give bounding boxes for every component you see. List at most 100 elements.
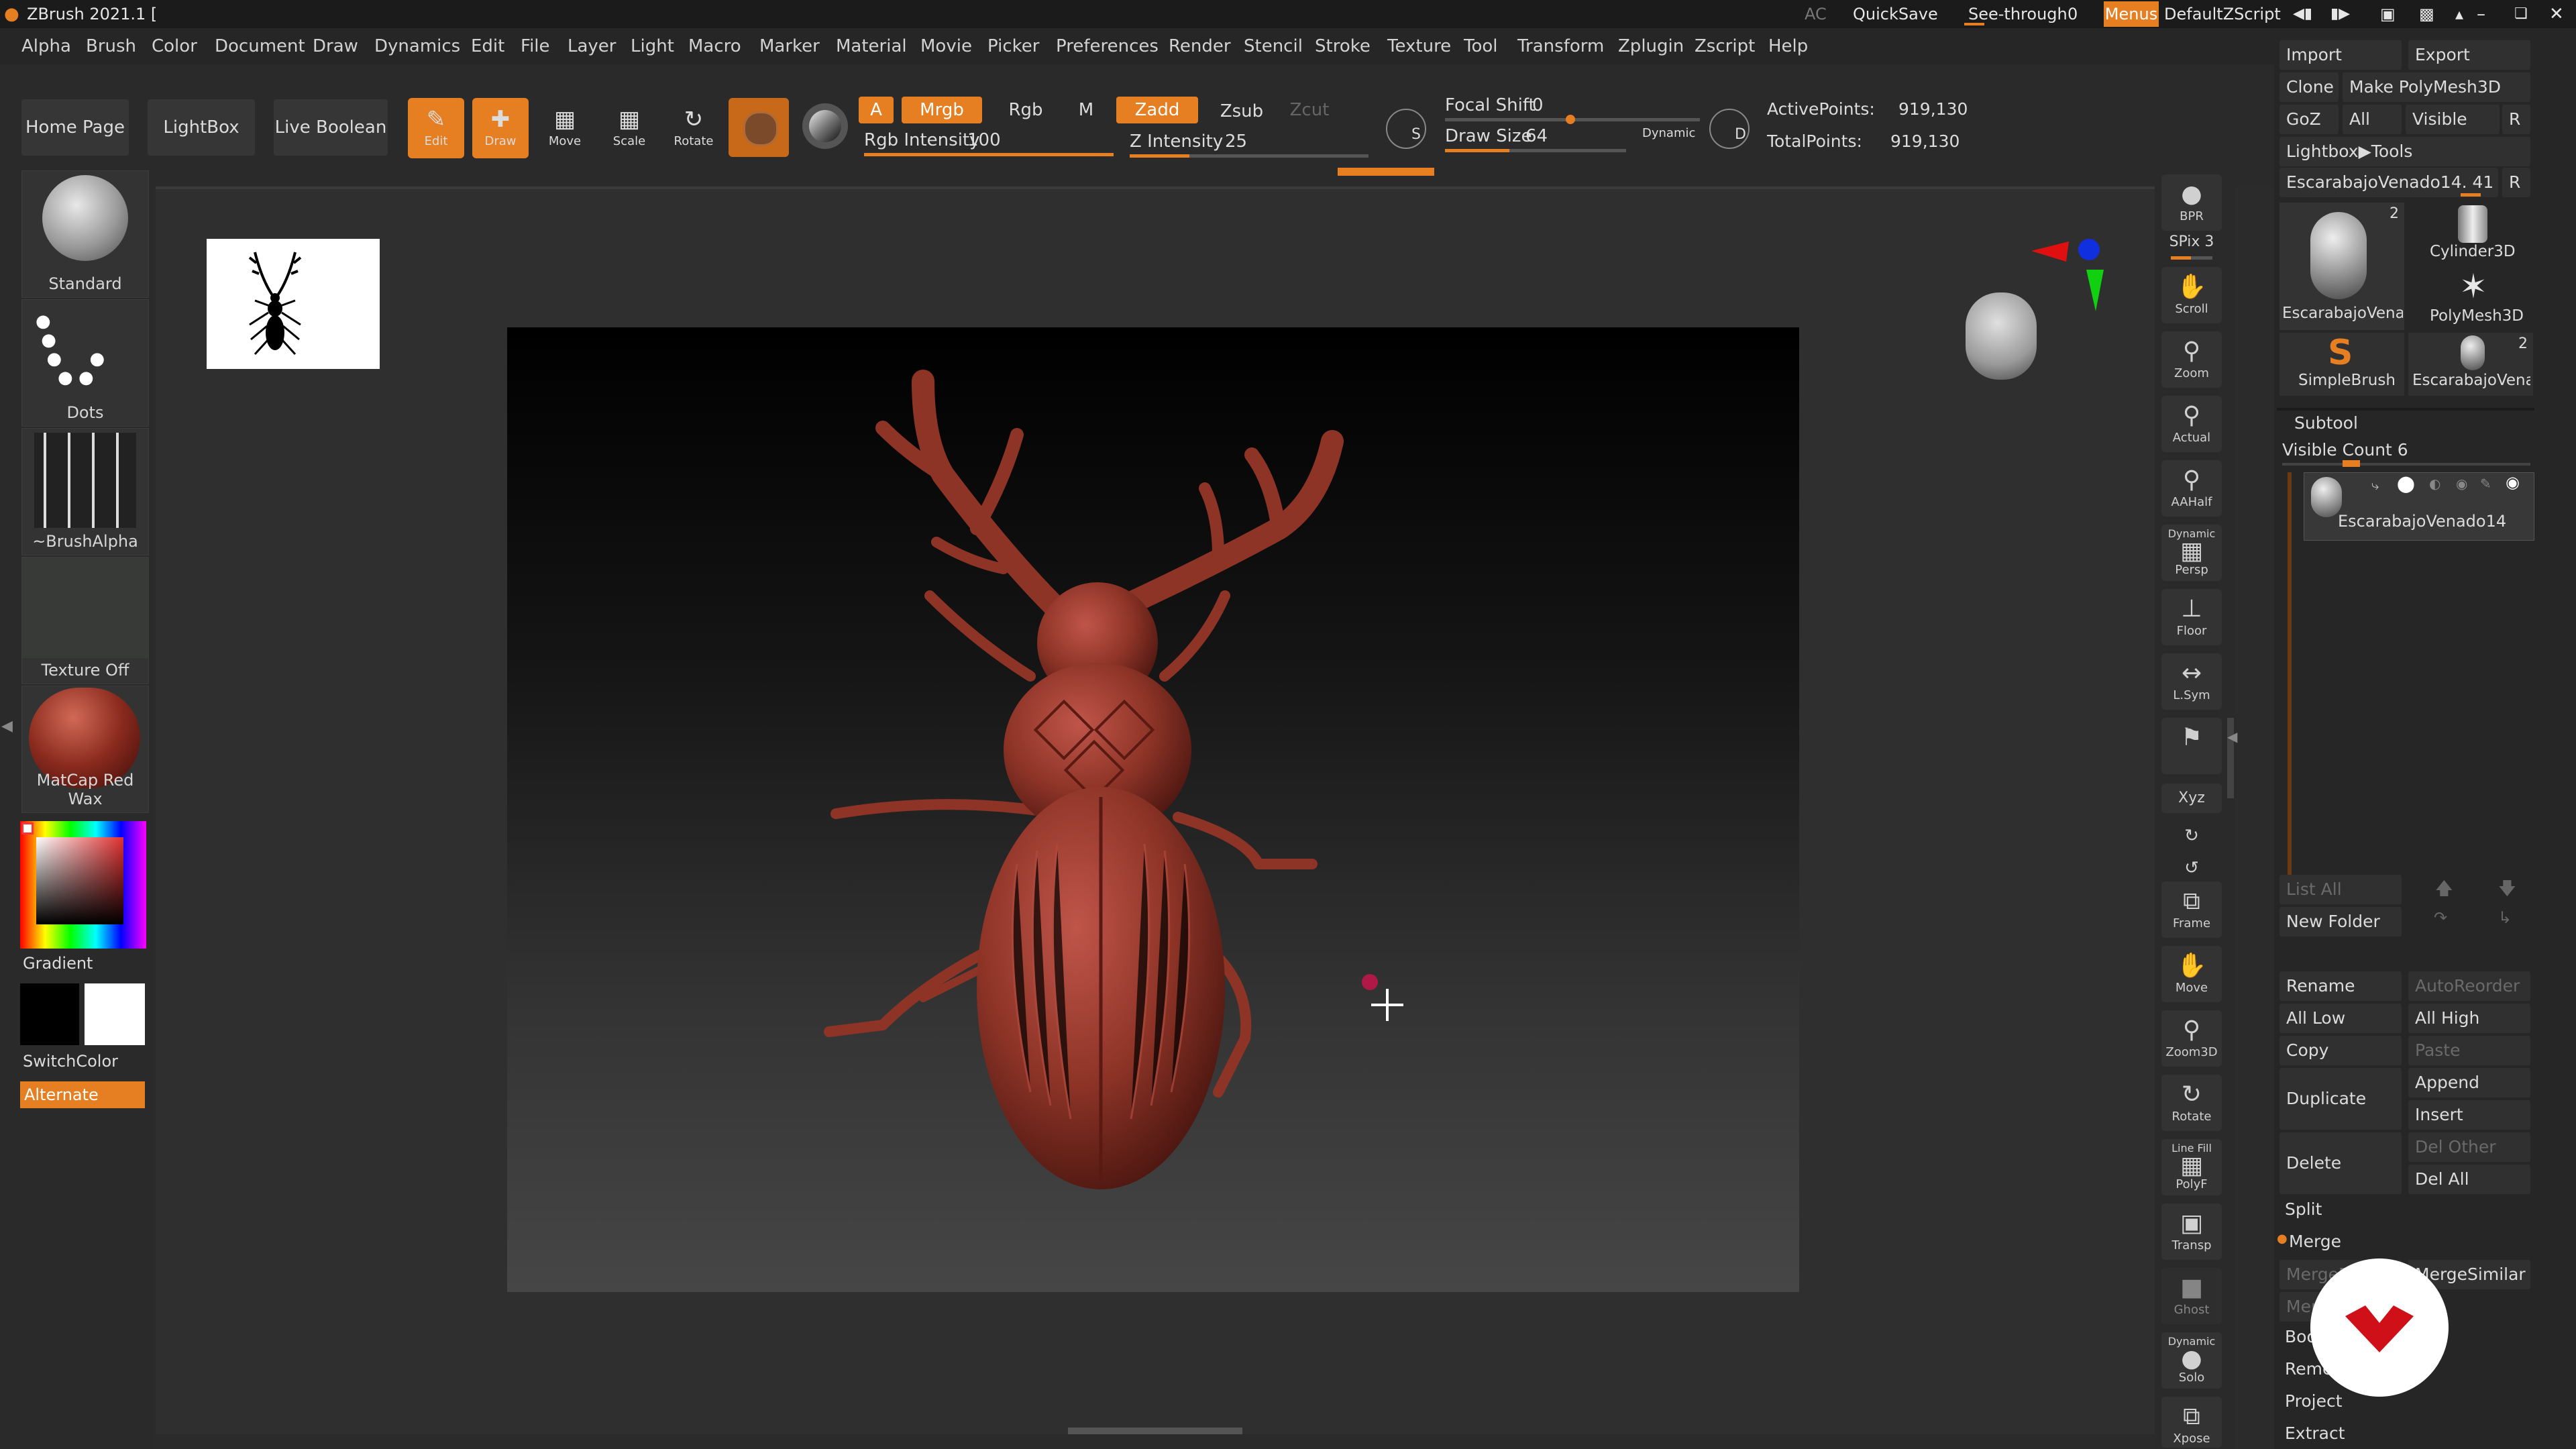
del-other-button[interactable]: Del Other (2408, 1132, 2530, 1162)
subtool-scrollbar[interactable] (2288, 472, 2292, 881)
new-folder-button[interactable]: New Folder (2279, 907, 2402, 936)
solo-button[interactable]: Dynamic ● Solo (2161, 1332, 2222, 1389)
tool-thumb-polymesh[interactable]: ✶ PolyMesh3D (2408, 267, 2533, 330)
edit-mode-button[interactable]: ✎ Edit (408, 98, 464, 158)
append-button[interactable]: Append (2408, 1068, 2530, 1097)
subtool-cache-icon[interactable]: ◉ (2456, 476, 2467, 492)
zoom3d-button[interactable]: ⚲ Zoom3D (2161, 1010, 2222, 1067)
layout-left-icon[interactable]: ◀▮ (2293, 0, 2312, 28)
insert-button[interactable]: Insert (2408, 1100, 2530, 1130)
menu-document[interactable]: Document (215, 28, 305, 64)
lightbox-button[interactable]: LightBox (148, 99, 255, 156)
layout-right-icon[interactable]: ▮▶ (2330, 0, 2350, 28)
delete-button[interactable]: Delete (2279, 1132, 2402, 1194)
menu-material[interactable]: Material (836, 28, 907, 64)
menu-help[interactable]: Help (1768, 28, 1808, 64)
clone-button[interactable]: Clone (2279, 72, 2339, 102)
lock-button[interactable]: ⚑ (2161, 718, 2222, 774)
menu-stroke[interactable]: Stroke (1315, 28, 1371, 64)
menu-dynamics[interactable]: Dynamics (374, 28, 460, 64)
rotate-view-button[interactable]: ↻ Rotate (2161, 1075, 2222, 1131)
ui-layout-icon[interactable]: ▣ (2380, 0, 2396, 28)
folder-up-icon[interactable]: ↷ (2434, 908, 2447, 927)
menu-render[interactable]: Render (1169, 28, 1231, 64)
menu-color[interactable]: Color (152, 28, 197, 64)
paste-button[interactable]: Paste (2408, 1036, 2530, 1065)
menu-preferences[interactable]: Preferences (1056, 28, 1159, 64)
folder-down-icon[interactable]: ↳ (2498, 908, 2512, 927)
current-tool-slider[interactable]: EscarabajoVenado14. 41 (2279, 168, 2498, 197)
menu-transform[interactable]: Transform (1517, 28, 1604, 64)
secondary-color-swatch[interactable] (85, 983, 145, 1045)
scale-mode-button[interactable]: ▦ Scale (601, 98, 657, 158)
extract-section[interactable]: Extract (2285, 1424, 2345, 1443)
import-button[interactable]: Import (2279, 40, 2402, 70)
copy-button[interactable]: Copy (2279, 1036, 2402, 1065)
color-picker-sphere[interactable] (802, 103, 848, 149)
stag-beetle-model[interactable] (507, 327, 1799, 1292)
tool-thumb-cylinder[interactable]: Cylinder3D (2408, 203, 2533, 266)
visible-count-slider[interactable]: Visible Count 6 (2282, 440, 2408, 460)
default-zscript-button[interactable]: DefaultZScript (2164, 0, 2281, 28)
floor-button[interactable]: ⊥ Floor (2161, 589, 2222, 645)
zadd-toggle[interactable]: Zadd (1116, 97, 1198, 123)
spix-slider[interactable]: SPix 3 (2161, 233, 2222, 260)
see-through-slider[interactable]: See-through 0 (1963, 0, 2084, 28)
subtool-toggle-icon[interactable]: ⬤ (2397, 474, 2415, 493)
autoreorder-button[interactable]: AutoReorder (2408, 971, 2530, 1001)
menu-edit[interactable]: Edit (471, 28, 504, 64)
rotate-mode-button[interactable]: ↻ Rotate (665, 98, 722, 158)
right-tray-arrow-icon[interactable]: ◀ (2227, 729, 2237, 745)
ac-label[interactable]: AC (1805, 0, 1827, 28)
all-low-button[interactable]: All Low (2279, 1004, 2402, 1033)
aahalf-button[interactable]: ⚲ AAHalf (2161, 460, 2222, 517)
lightbox-tools-button[interactable]: Lightbox▶Tools (2279, 137, 2530, 166)
make-polymesh-button[interactable]: Make PolyMesh3D (2343, 72, 2530, 102)
brush-selector[interactable]: Standard (21, 170, 149, 298)
menu-zscript[interactable]: Zscript (1695, 28, 1755, 64)
menu-file[interactable]: File (521, 28, 550, 64)
export-button[interactable]: Export (2408, 40, 2530, 70)
stroke-selector[interactable]: ● ● ● ● ● ● Dots (21, 299, 149, 427)
scroll-button[interactable]: ✋ Scroll (2161, 267, 2222, 323)
persp-button[interactable]: Dynamic ▦ Persp (2161, 525, 2222, 581)
list-all-button[interactable]: List All (2279, 875, 2402, 904)
zcut-toggle[interactable]: Zcut (1283, 97, 1336, 123)
goz-r-button[interactable]: R (2502, 105, 2530, 134)
subtool-visibility-eye-icon[interactable]: ◉ (2506, 473, 2520, 492)
xyz-rotate-button[interactable]: Xyz (2161, 784, 2222, 813)
left-tray-arrow-icon[interactable]: ◀ (1, 718, 13, 735)
subtool-item[interactable]: ⤷ ⬤ ◐ ◉ ✎ ◉ EscarabajoVenado14 (2304, 472, 2534, 541)
bpr-button[interactable]: ● BPR (2161, 174, 2222, 231)
menu-draw[interactable]: Draw (313, 28, 358, 64)
a-toggle[interactable]: A (859, 97, 894, 123)
move-down-arrow-icon[interactable]: 🡇 (2498, 876, 2516, 906)
y-rotate-button[interactable]: ↻ (2161, 816, 2222, 847)
tool-thumb-beetle-1[interactable]: 2 EscarabajoVenad (2279, 203, 2404, 330)
material-selector[interactable]: MatCap Red Wax (21, 686, 149, 813)
menu-tool[interactable]: Tool (1464, 28, 1498, 64)
switchcolor-button[interactable]: SwitchColor (23, 1052, 118, 1071)
z-rotate-button[interactable]: ↺ (2161, 848, 2222, 879)
gradient-label[interactable]: Gradient (23, 954, 93, 973)
subtool-dynamic-icon[interactable]: ◐ (2429, 476, 2440, 492)
menu-movie[interactable]: Movie (920, 28, 972, 64)
actual-button[interactable]: ⚲ Actual (2161, 396, 2222, 452)
menu-light[interactable]: Light (631, 28, 674, 64)
color-picker[interactable] (20, 821, 146, 949)
lazy-mouse-s-button[interactable]: S (1386, 109, 1426, 149)
del-all-button[interactable]: Del All (2408, 1165, 2530, 1194)
minimize-icon[interactable]: – (2477, 0, 2485, 28)
mrgb-toggle[interactable]: Mrgb (902, 97, 982, 123)
quicksave-button[interactable]: QuickSave (1853, 0, 1938, 28)
close-icon[interactable]: ✕ (2549, 0, 2564, 28)
tool-thumb-beetle-2[interactable]: 2 EscarabajoVenad (2408, 333, 2533, 396)
maximize-icon[interactable]: ❏ (2514, 0, 2528, 28)
help-popup-icon[interactable]: ▴ (2455, 0, 2463, 28)
rgb-intensity-slider[interactable]: Rgb Intensity 100 (859, 127, 1114, 156)
zoom-button[interactable]: ⚲ Zoom (2161, 331, 2222, 388)
menus-toggle[interactable]: Menus (2104, 1, 2159, 27)
z-intensity-slider[interactable]: Z Intensity 25 (1127, 129, 1368, 158)
material-swatch[interactable] (729, 98, 789, 157)
xpose-button[interactable]: ⧉ Xpose (2161, 1397, 2222, 1448)
